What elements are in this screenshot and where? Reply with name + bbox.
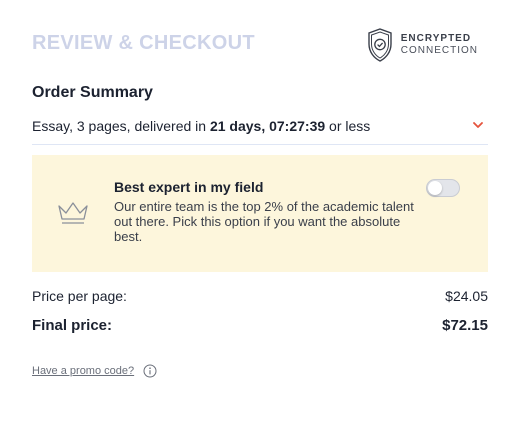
order-summary-dropdown[interactable]: Essay, 3 pages, delivered in 21 days, 07…	[32, 112, 488, 145]
order-summary-title: Order Summary	[32, 84, 153, 101]
secure-line-1: ENCRYPTED	[400, 33, 472, 44]
expert-option-title: Best expert in my field	[114, 179, 264, 195]
encrypted-connection-text: ENCRYPTED CONNECTION	[401, 33, 478, 57]
best-expert-option[interactable]: Best expert in my field Our entire team …	[32, 155, 488, 272]
final-price-row: Final price: $72.15	[32, 317, 488, 339]
crown-icon	[58, 202, 88, 224]
price-per-page-value: $24.05	[445, 288, 488, 304]
price-per-page-row: Price per page: $24.05	[32, 288, 488, 310]
toggle-knob	[428, 181, 442, 195]
order-summary-text: Essay, 3 pages, delivered in 21 days, 07…	[32, 118, 370, 134]
shield-check-icon	[368, 28, 392, 62]
final-price-label: Final price:	[32, 317, 113, 334]
expert-option-description: Our entire team is the top 2% of the aca…	[114, 199, 414, 244]
final-price-value: $72.15	[442, 317, 488, 334]
secure-line-2: CONNECTION	[400, 45, 478, 56]
chevron-down-icon[interactable]	[472, 120, 484, 130]
page-title: REVIEW & CHECKOUT	[32, 32, 255, 54]
promo-code-row: Have a promo code?	[32, 364, 157, 378]
expert-option-toggle[interactable]	[426, 179, 460, 197]
checkout-panel: REVIEW & CHECKOUT ENCRYPTED CONNECTION O…	[32, 0, 488, 421]
price-per-page-label: Price per page:	[32, 288, 127, 304]
order-summary-suffix: or less	[325, 118, 371, 134]
order-deadline: 21 days, 07:27:39	[209, 118, 326, 134]
encrypted-connection-badge: ENCRYPTED CONNECTION	[367, 28, 478, 62]
checkout-header: REVIEW & CHECKOUT ENCRYPTED CONNECTION	[32, 28, 488, 68]
promo-code-link[interactable]: Have a promo code?	[32, 365, 134, 377]
info-icon[interactable]	[143, 364, 157, 378]
order-summary-prefix: Essay, 3 pages, delivered in	[32, 118, 210, 134]
